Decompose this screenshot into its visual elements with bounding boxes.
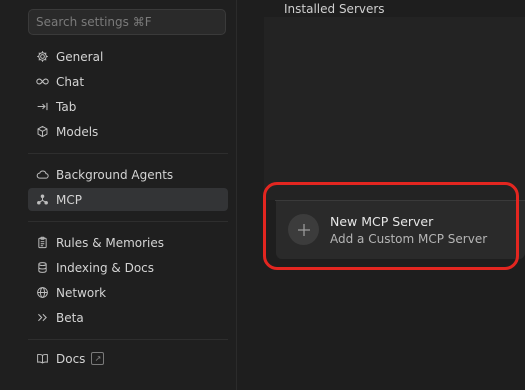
cloud-icon [34, 167, 50, 183]
sidebar-item-label: Models [56, 124, 99, 139]
new-mcp-server-button[interactable]: New MCP Server Add a Custom MCP Server [276, 201, 525, 259]
sidebar-item-label: MCP [56, 192, 82, 207]
new-server-title: New MCP Server [330, 214, 434, 229]
arrow-to-line-icon [34, 99, 50, 115]
globe-icon [34, 285, 50, 301]
sidebar-item-mcp[interactable]: MCP [28, 188, 228, 211]
clipboard-icon [34, 235, 50, 251]
sidebar-item-label: Docs [56, 351, 86, 366]
sidebar-item-background-agents[interactable]: Background Agents [28, 163, 228, 186]
sidebar-item-general[interactable]: General [28, 45, 228, 68]
double-chevron-right-icon [34, 310, 50, 326]
book-icon [34, 351, 50, 367]
sidebar-item-tab[interactable]: Tab [28, 95, 228, 118]
search-input[interactable] [28, 9, 226, 35]
database-icon [34, 260, 50, 276]
sidebar-item-network[interactable]: Network [28, 281, 228, 304]
sidebar-divider [28, 153, 228, 154]
infinity-icon [34, 74, 50, 90]
gear-icon [34, 49, 50, 65]
installed-servers-panel [264, 17, 525, 200]
sidebar-item-label: Tab [56, 99, 77, 114]
sidebar-divider [28, 221, 228, 222]
section-title: Installed Servers [284, 2, 385, 16]
sidebar-item-rules-memories[interactable]: Rules & Memories [28, 231, 228, 254]
nodes-icon [34, 192, 50, 208]
sidebar-item-docs[interactable]: Docs ↗ [28, 347, 228, 370]
plus-icon [288, 214, 319, 245]
sidebar-divider [28, 339, 228, 340]
cube-icon [34, 124, 50, 140]
sidebar-item-label: Beta [56, 310, 84, 325]
sidebar-item-label: Rules & Memories [56, 235, 165, 250]
sidebar-item-indexing-docs[interactable]: Indexing & Docs [28, 256, 228, 279]
new-server-subtitle: Add a Custom MCP Server [330, 232, 488, 246]
sidebar-item-label: Indexing & Docs [56, 260, 155, 275]
sidebar-item-chat[interactable]: Chat [28, 70, 228, 93]
sidebar-item-models[interactable]: Models [28, 120, 228, 143]
sidebar-item-label: General [56, 49, 104, 64]
external-link-icon: ↗ [91, 352, 105, 365]
sidebar-item-beta[interactable]: Beta [28, 306, 228, 329]
settings-sidebar: General Chat Tab Models [0, 0, 237, 390]
sidebar-item-label: Background Agents [56, 167, 174, 182]
sidebar-item-label: Chat [56, 74, 85, 89]
sidebar-item-label: Network [56, 285, 107, 300]
